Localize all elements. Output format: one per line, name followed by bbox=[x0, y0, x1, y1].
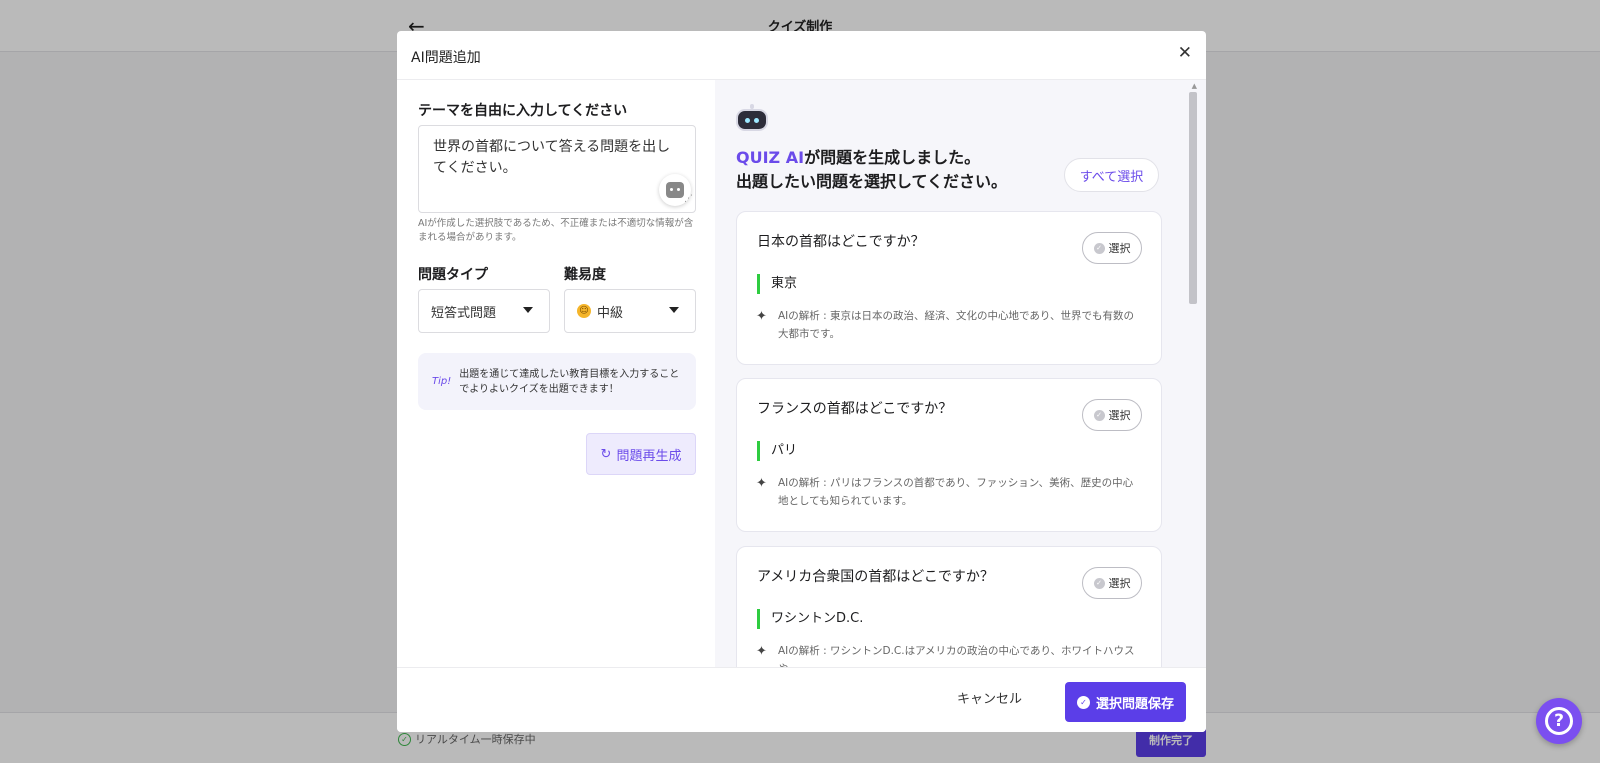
tip-tag: Tip! bbox=[432, 376, 452, 387]
caret-down-icon bbox=[669, 307, 679, 313]
save-label: 選択問題保存 bbox=[1095, 696, 1174, 712]
question-card: フランスの首都はどこですか？ ✓ 選択 パリ ✦ AIの解析 : パリはフランス… bbox=[736, 378, 1162, 532]
refresh-icon: ↻ bbox=[600, 446, 612, 462]
theme-input-value: 世界の首都について答える問題を出してください。 bbox=[433, 139, 671, 176]
select-label: 選択 bbox=[1108, 242, 1131, 255]
ai-explanation: AIの解析 : 東京は日本の政治、経済、文化の中心地であり、世界でも有数の大都市… bbox=[778, 310, 1134, 340]
question-text: アメリカ合衆国の首都はどこですか？ bbox=[757, 569, 994, 585]
ai-question-modal: AI問題追加 ✕ テーマを自由に入力してください 世界の首都について答える問題を… bbox=[397, 31, 1206, 732]
select-question-button[interactable]: ✓ 選択 bbox=[1082, 399, 1142, 431]
difficulty-select[interactable]: ☺ 中級 bbox=[564, 289, 696, 333]
select-label: 選択 bbox=[1108, 577, 1131, 590]
check-circle-icon: ✓ bbox=[1076, 695, 1090, 709]
regenerate-button[interactable]: ↻ 問題再生成 bbox=[586, 433, 696, 475]
cancel-button[interactable]: キャンセル bbox=[957, 688, 1022, 707]
modal-footer: キャンセル ✓ 選択問題保存 bbox=[397, 667, 1206, 732]
answer-text: 東京 bbox=[757, 274, 797, 294]
tip-box: Tip! 出題を通じて達成したい教育目標を入力することでよりよいクイズを出題でき… bbox=[418, 353, 696, 410]
sparkle-icon: ✦ bbox=[756, 476, 767, 491]
answer-text: ワシントンD.C. bbox=[757, 609, 863, 629]
select-all-button[interactable]: すべて選択 bbox=[1064, 158, 1159, 192]
generation-message: QUIZ AIが問題を生成しました。 出題したい問題を選択してください。 bbox=[736, 146, 1007, 194]
select-question-button[interactable]: ✓ 選択 bbox=[1082, 567, 1142, 599]
help-button[interactable]: ? bbox=[1536, 698, 1582, 744]
difficulty-value: 中級 bbox=[597, 305, 624, 321]
brand-name: QUIZ AI bbox=[736, 148, 805, 167]
resize-handle-icon[interactable]: ⋰ bbox=[684, 189, 693, 210]
generation-message-line1: が問題を生成しました。 bbox=[804, 148, 981, 167]
robot-icon bbox=[736, 104, 768, 131]
regenerate-label: 問題再生成 bbox=[616, 448, 682, 464]
ai-disclaimer: AIが作成した選択肢であるため、不正確または不適切な情報が含まれる場合があります… bbox=[418, 218, 694, 243]
save-selected-button[interactable]: ✓ 選択問題保存 bbox=[1065, 682, 1186, 722]
scrollbar-thumb[interactable] bbox=[1189, 92, 1197, 304]
question-text: 日本の首都はどこですか？ bbox=[757, 234, 925, 250]
check-circle-icon: ✓ bbox=[1093, 242, 1105, 254]
ai-explanation: AIの解析 : パリはフランスの首都であり、ファッション、美術、歴史の中心地とし… bbox=[778, 477, 1134, 507]
theme-label: テーマを自由に入力してください bbox=[418, 103, 628, 119]
question-type-label: 問題タイプ bbox=[418, 267, 488, 283]
difficulty-label: 難易度 bbox=[564, 267, 606, 283]
modal-header: AI問題追加 ✕ bbox=[397, 31, 1206, 80]
question-mark-icon: ? bbox=[1545, 707, 1573, 735]
question-card: アメリカ合衆国の首都はどこですか？ ✓ 選択 ワシントンD.C. ✦ AIの解析… bbox=[736, 546, 1162, 667]
sparkle-icon: ✦ bbox=[756, 644, 767, 659]
close-icon[interactable]: ✕ bbox=[1178, 43, 1192, 63]
question-type-value: 短答式問題 bbox=[431, 305, 497, 321]
check-circle-icon: ✓ bbox=[1093, 409, 1105, 421]
ai-explanation: AIの解析 : ワシントンD.C.はアメリカの政治の中心であり、ホワイトハウスや bbox=[778, 645, 1135, 667]
scroll-up-icon[interactable]: ▲ bbox=[1192, 82, 1197, 90]
generated-questions-panel: QUIZ AIが問題を生成しました。 出題したい問題を選択してください。 すべて… bbox=[715, 80, 1206, 667]
select-question-button[interactable]: ✓ 選択 bbox=[1082, 232, 1142, 264]
modal-title: AI問題追加 bbox=[411, 50, 481, 66]
theme-input[interactable]: 世界の首都について答える問題を出してください。 ⋰ bbox=[418, 125, 696, 213]
select-label: 選択 bbox=[1108, 409, 1131, 422]
question-text: フランスの首都はどこですか？ bbox=[757, 401, 953, 417]
caret-down-icon bbox=[523, 307, 533, 313]
sparkle-icon: ✦ bbox=[756, 309, 767, 324]
smile-emoji-icon: ☺ bbox=[577, 304, 591, 318]
theme-panel: テーマを自由に入力してください 世界の首都について答える問題を出してください。 … bbox=[397, 80, 715, 667]
question-card: 日本の首都はどこですか？ ✓ 選択 東京 ✦ AIの解析 : 東京は日本の政治、… bbox=[736, 211, 1162, 365]
answer-text: パリ bbox=[757, 441, 797, 461]
check-circle-icon: ✓ bbox=[1093, 577, 1105, 589]
question-type-select[interactable]: 短答式問題 bbox=[418, 289, 550, 333]
generation-message-line2: 出題したい問題を選択してください。 bbox=[736, 172, 1008, 191]
tip-text: 出題を通じて達成したい教育目標を入力することでよりよいクイズを出題できます！ bbox=[459, 368, 680, 395]
